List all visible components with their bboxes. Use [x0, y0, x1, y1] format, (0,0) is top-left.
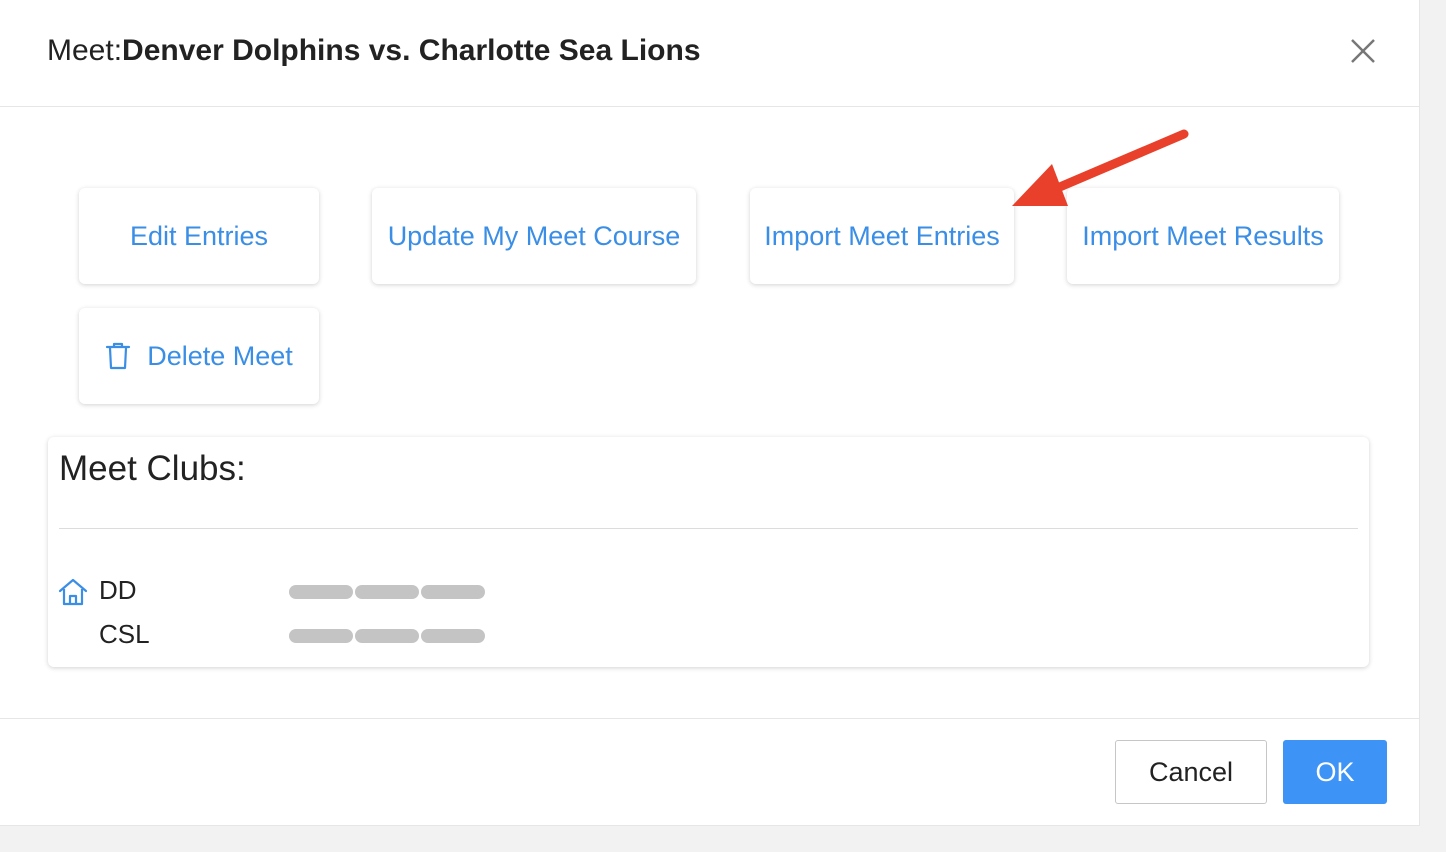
cancel-button[interactable]: Cancel: [1115, 740, 1267, 804]
club-code: CSL: [99, 619, 150, 649]
title-prefix: Meet:: [47, 34, 123, 67]
meet-clubs-title: Meet Clubs:: [59, 449, 246, 488]
redacted-text: [355, 585, 419, 599]
import-meet-entries-button[interactable]: Import Meet Entries: [750, 188, 1014, 284]
meet-clubs-card: Meet Clubs: DD CSL: [48, 437, 1369, 667]
delete-meet-button[interactable]: Delete Meet: [79, 308, 319, 404]
annotation-arrow-icon: [1012, 129, 1189, 206]
footer-divider: [0, 718, 1419, 719]
meet-dialog: Meet:Denver Dolphins vs. Charlotte Sea L…: [0, 0, 1420, 826]
import-meet-entries-label: Import Meet Entries: [764, 220, 1000, 251]
close-icon: [1351, 39, 1375, 63]
update-meet-course-button[interactable]: Update My Meet Course: [372, 188, 696, 284]
club-row-dd: DD: [58, 575, 1358, 607]
edit-entries-button[interactable]: Edit Entries: [79, 188, 319, 284]
redacted-text: [421, 629, 485, 643]
delete-meet-label: Delete Meet: [147, 340, 293, 371]
redacted-text: [289, 585, 353, 599]
trash-icon: [105, 342, 131, 370]
clubs-divider: [59, 528, 1358, 529]
dialog-title: Meet:Denver Dolphins vs. Charlotte Sea L…: [47, 34, 701, 68]
redacted-text: [355, 629, 419, 643]
dialog-header: Meet:Denver Dolphins vs. Charlotte Sea L…: [0, 0, 1419, 107]
club-row-csl: CSL: [58, 619, 1358, 651]
import-meet-results-label: Import Meet Results: [1082, 220, 1324, 251]
close-button[interactable]: [1346, 34, 1380, 68]
club-code: DD: [99, 575, 137, 605]
redacted-text: [421, 585, 485, 599]
meet-name: Denver Dolphins vs. Charlotte Sea Lions: [122, 34, 701, 67]
edit-entries-label: Edit Entries: [129, 220, 269, 251]
home-icon: [58, 578, 88, 611]
update-meet-course-label: Update My Meet Course: [387, 220, 681, 251]
ok-button[interactable]: OK: [1283, 740, 1387, 804]
redacted-text: [289, 629, 353, 643]
